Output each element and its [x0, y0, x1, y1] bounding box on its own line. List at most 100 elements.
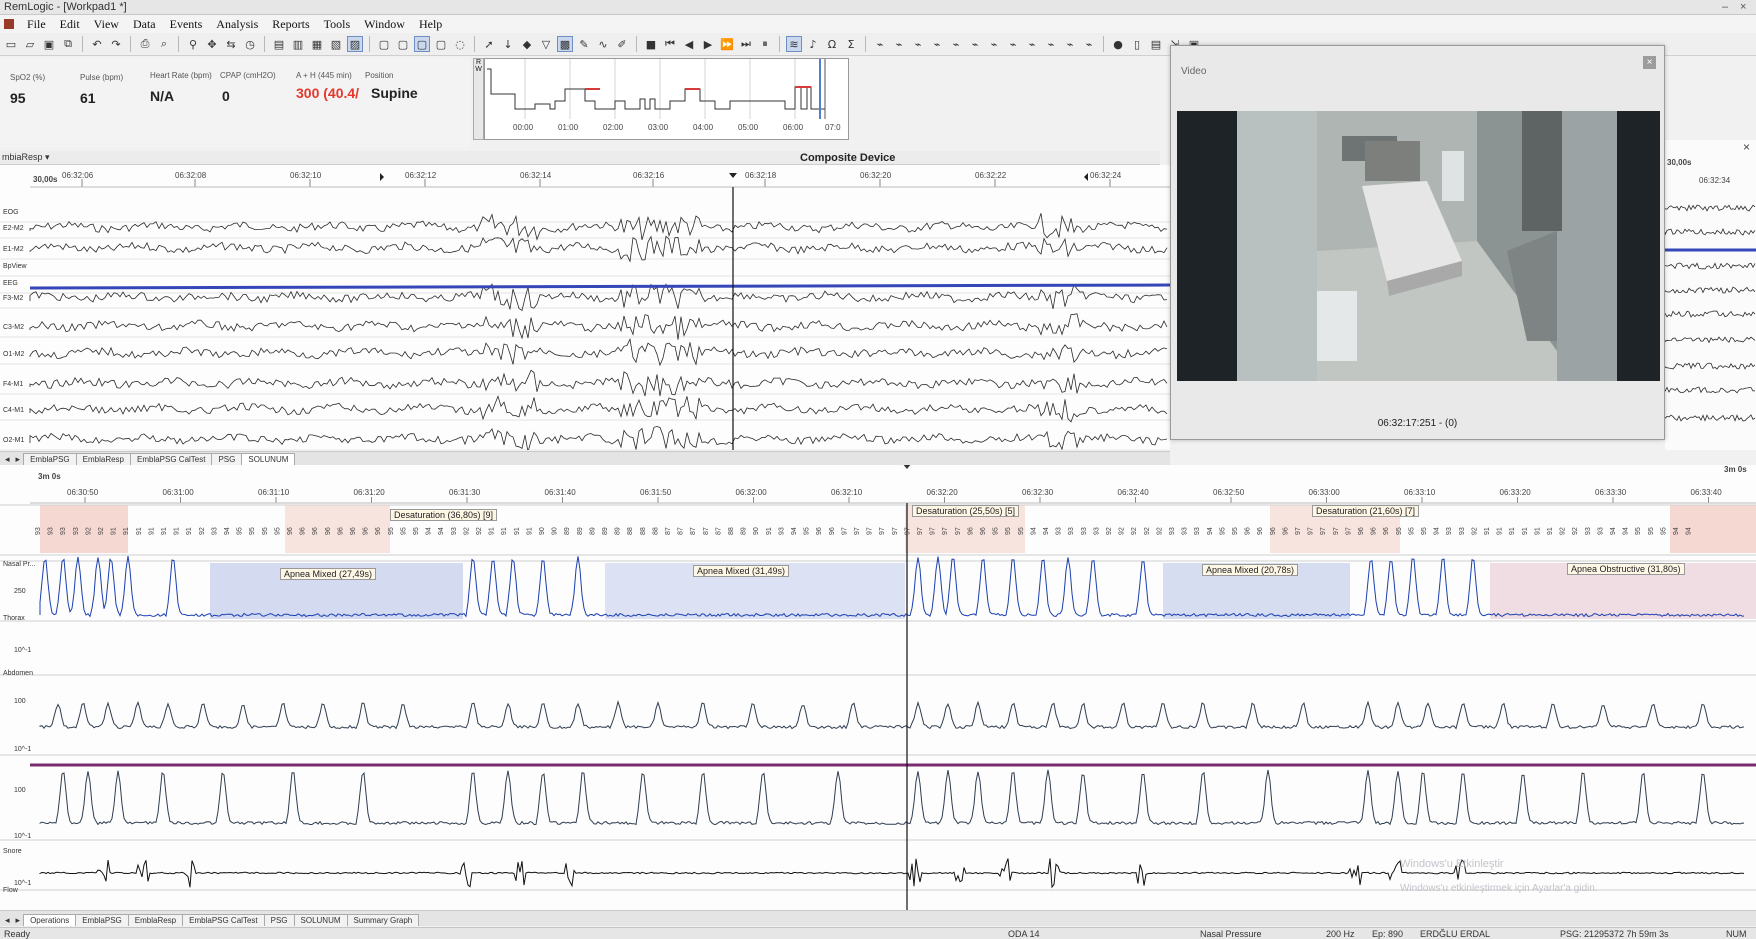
scoring-8-icon[interactable]: ⌁	[1005, 36, 1021, 52]
tab-emblapsg[interactable]: EmblaPSG	[23, 453, 77, 465]
open-icon[interactable]: ▱	[22, 36, 38, 52]
tab-solunum[interactable]: SOLUNUM	[241, 453, 296, 465]
omega-icon[interactable]: Ω	[824, 36, 840, 52]
new-icon[interactable]: ▭	[3, 36, 19, 52]
epoch-view[interactable]: 30,00s 06:32:06 06:32:08 06:32:10 06:32:12 0…	[0, 165, 1171, 452]
apnea-label[interactable]: Apnea Mixed (20,78s)	[1202, 564, 1299, 576]
menu-window[interactable]: Window	[357, 17, 412, 32]
layout-1-icon[interactable]: ▤	[271, 36, 287, 52]
sigma-icon[interactable]: Σ	[843, 36, 859, 52]
tab-nav-first-icon[interactable]: ◂	[2, 915, 13, 926]
scoring-9-icon[interactable]: ⌁	[1024, 36, 1040, 52]
tab-emblapsg-caltest[interactable]: EmblaPSG CalTest	[182, 914, 265, 926]
desaturation-label[interactable]: Desaturation (25,50s) [5]	[912, 505, 1020, 517]
menu-view[interactable]: View	[87, 17, 126, 32]
tab-emblaresp[interactable]: EmblaResp	[127, 914, 184, 926]
minimize-icon[interactable]: –	[1722, 1, 1728, 13]
tab-emblapsg-caltest[interactable]: EmblaPSG CalTest	[130, 453, 213, 465]
report-icon[interactable]: ▤	[1148, 36, 1164, 52]
down-icon[interactable]: ↓	[500, 36, 516, 52]
first-icon[interactable]: ⏮	[662, 36, 678, 52]
menu-reports[interactable]: Reports	[265, 17, 316, 32]
clock-icon[interactable]: ◷	[242, 36, 258, 52]
print-icon[interactable]: ⎙	[137, 36, 153, 52]
pen-icon[interactable]: ✐	[614, 36, 630, 52]
tab-operations[interactable]: Operations	[23, 914, 77, 926]
layout-5-icon[interactable]: ▨	[347, 36, 363, 52]
wave-icon[interactable]: ∿	[595, 36, 611, 52]
apnea-label[interactable]: Apnea Mixed (31,49s)	[693, 565, 790, 577]
close-icon[interactable]: ×	[1740, 1, 1746, 13]
grid-icon[interactable]: ▩	[557, 36, 573, 52]
preview-icon[interactable]: ⌕	[156, 36, 172, 52]
secondary-epoch-view[interactable]: 30,00s 06:32:34 ×	[1665, 140, 1756, 450]
video-frame[interactable]	[1177, 111, 1660, 381]
scoring-10-icon[interactable]: ⌁	[1043, 36, 1059, 52]
arrows-icon[interactable]: ⇆	[223, 36, 239, 52]
panel-2-icon[interactable]: ▢	[395, 36, 411, 52]
redo-icon[interactable]: ↷	[108, 36, 124, 52]
video-window[interactable]: Video × 06:32:17:251 - (0)	[1170, 45, 1665, 440]
panel-5-icon[interactable]: ◌	[452, 36, 468, 52]
scoring-2-icon[interactable]: ⌁	[891, 36, 907, 52]
undo-icon[interactable]: ↶	[89, 36, 105, 52]
tab-summary-graph[interactable]: Summary Graph	[346, 914, 420, 926]
menu-analysis[interactable]: Analysis	[209, 17, 265, 32]
tab-nav-last-icon[interactable]: ▸	[13, 454, 24, 465]
scoring-7-icon[interactable]: ⌁	[986, 36, 1002, 52]
menu-events[interactable]: Events	[163, 17, 210, 32]
save-icon[interactable]: ▣	[41, 36, 57, 52]
pointer-icon[interactable]: ➚	[481, 36, 497, 52]
scoring-11-icon[interactable]: ⌁	[1062, 36, 1078, 52]
panel-4-icon[interactable]: ▢	[433, 36, 449, 52]
menu-data[interactable]: Data	[126, 17, 163, 32]
scoring-5-icon[interactable]: ⌁	[948, 36, 964, 52]
scoring-6-icon[interactable]: ⌁	[967, 36, 983, 52]
overview-view[interactable]: 93 93 93 93 92 92 91 91 91 91 91 91 91 92 93 94 95 95 95 95…	[0, 463, 1756, 910]
pause-icon[interactable]: ⏸	[757, 36, 773, 52]
tab-solunum[interactable]: SOLUNUM	[293, 914, 348, 926]
music-icon[interactable]: ♪	[805, 36, 821, 52]
tab-psg[interactable]: PSG	[263, 914, 295, 926]
stop-icon[interactable]: ■	[643, 36, 659, 52]
desaturation-label[interactable]: Desaturation (21,60s) [7]	[1312, 505, 1420, 517]
menu-tools[interactable]: Tools	[317, 17, 358, 32]
layout-2-icon[interactable]: ▥	[290, 36, 306, 52]
apnea-label[interactable]: Apnea Obstructive (31,80s)	[1567, 563, 1685, 575]
fast-forward-icon[interactable]: ⏩	[719, 36, 735, 52]
document-icon[interactable]: ▯	[1129, 36, 1145, 52]
close-icon[interactable]: ×	[1743, 140, 1750, 154]
panel-3-icon[interactable]: ▢	[414, 36, 430, 52]
record-icon[interactable]: ●	[1110, 36, 1126, 52]
layout-3-icon[interactable]: ▦	[309, 36, 325, 52]
copy-icon[interactable]: ⧉	[60, 36, 76, 52]
menu-help[interactable]: Help	[412, 17, 449, 32]
tab-psg[interactable]: PSG	[211, 453, 243, 465]
prev-icon[interactable]: ◀	[681, 36, 697, 52]
filter-icon[interactable]: ▽	[538, 36, 554, 52]
hypnogram[interactable]: 00:00 01:00 02:00 03:00 04:00 05:00 06:0…	[484, 58, 849, 140]
next-icon[interactable]: ⏭	[738, 36, 754, 52]
zoom-icon[interactable]: ⚲	[185, 36, 201, 52]
tab-emblaresp[interactable]: EmblaResp	[75, 453, 131, 465]
hypnogram-side-bar[interactable]: R W	[473, 58, 484, 140]
panel-1-icon[interactable]: ▢	[376, 36, 392, 52]
apnea-label[interactable]: Apnea Mixed (27,49s)	[280, 568, 377, 580]
scoring-3-icon[interactable]: ⌁	[910, 36, 926, 52]
marker-icon[interactable]: ✎	[576, 36, 592, 52]
diamond-icon[interactable]: ◆	[519, 36, 535, 52]
layout-4-icon[interactable]: ▧	[328, 36, 344, 52]
montage-selector[interactable]: mbiaResp ▾	[2, 152, 50, 163]
scoring-1-icon[interactable]: ⌁	[872, 36, 888, 52]
tab-emblapsg[interactable]: EmblaPSG	[75, 914, 129, 926]
move-icon[interactable]: ✥	[204, 36, 220, 52]
video-close-icon[interactable]: ×	[1643, 56, 1656, 69]
tab-nav-last-icon[interactable]: ▸	[13, 915, 24, 926]
desaturation-label[interactable]: Desaturation (36,80s) [9]	[390, 509, 498, 521]
menu-file[interactable]: File	[20, 17, 53, 32]
scoring-4-icon[interactable]: ⌁	[929, 36, 945, 52]
play-icon[interactable]: ▶	[700, 36, 716, 52]
scoring-12-icon[interactable]: ⌁	[1081, 36, 1097, 52]
menu-edit[interactable]: Edit	[53, 17, 87, 32]
tab-nav-first-icon[interactable]: ◂	[2, 454, 13, 465]
